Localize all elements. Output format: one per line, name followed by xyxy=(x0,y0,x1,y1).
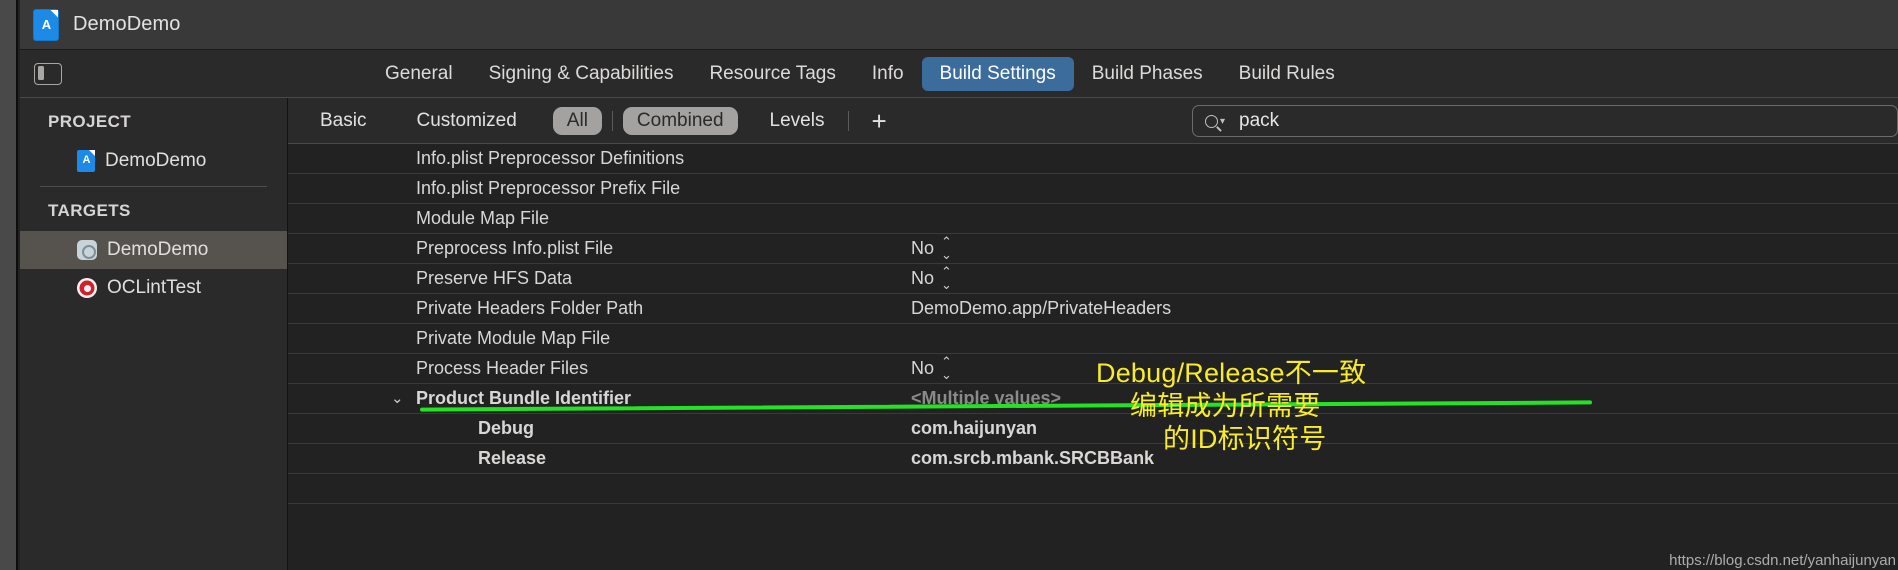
setting-name: Module Map File xyxy=(416,208,550,228)
editor-tab-bar: General Signing & Capabilities Resource … xyxy=(20,50,1898,98)
watermark-url: https://blog.csdn.net/yanhaijunyan xyxy=(1669,552,1896,569)
window-left-edge xyxy=(0,0,18,570)
filter-separator-2 xyxy=(848,110,850,131)
build-settings-table[interactable]: Info.plist Preprocessor Definitions Info… xyxy=(288,144,1898,570)
setting-name: Info.plist Preprocessor Prefix File xyxy=(416,178,681,198)
setting-name: Preserve HFS Data xyxy=(416,268,573,288)
setting-value[interactable]: com.haijunyan xyxy=(911,418,1037,439)
build-settings-filter-bar: Basic Customized All Combined Levels + ▾… xyxy=(288,98,1898,144)
bullseye-target-icon xyxy=(77,278,97,298)
search-input-value: pack xyxy=(1239,110,1280,131)
stepper-icon[interactable]: ⌃ ⌄ xyxy=(941,235,952,261)
tab-list: General Signing & Capabilities Resource … xyxy=(367,56,1353,91)
title-bar: DemoDemo xyxy=(20,0,1898,50)
setting-name: Info.plist Preprocessor Definitions xyxy=(416,148,685,168)
project-targets-sidebar: PROJECT DemoDemo TARGETS DemoDemo OCLint… xyxy=(20,98,288,570)
xcode-project-icon xyxy=(34,9,58,40)
sidebar-item-label: DemoDemo xyxy=(107,239,209,260)
stepper-icon[interactable]: ⌃ ⌄ xyxy=(941,355,952,381)
table-row-debug[interactable]: Debug com.haijunyan xyxy=(288,414,1898,444)
filter-combined[interactable]: Combined xyxy=(622,106,738,135)
filter-separator xyxy=(611,110,613,131)
filter-basic[interactable]: Basic xyxy=(306,107,380,135)
setting-value[interactable]: DemoDemo.app/PrivateHeaders xyxy=(911,298,1171,319)
tab-build-settings[interactable]: Build Settings xyxy=(921,56,1074,91)
search-input[interactable]: ▾ pack xyxy=(1192,105,1898,137)
window-title: DemoDemo xyxy=(73,13,181,35)
chevron-down-icon[interactable]: ▾ xyxy=(1220,116,1225,127)
tab-build-phases[interactable]: Build Phases xyxy=(1074,57,1221,91)
setting-name: Process Header Files xyxy=(416,358,589,378)
annotation-note-line-2: 编辑成为所需要 xyxy=(1130,391,1321,421)
add-setting-button[interactable]: + xyxy=(859,108,898,134)
setting-name: Release xyxy=(478,448,547,468)
table-row[interactable]: Preserve HFS Data No ⌃ ⌄ xyxy=(288,264,1898,294)
table-row[interactable]: Private Headers Folder Path DemoDemo.app… xyxy=(288,294,1898,324)
annotation-note-line-1: Debug/Release不一致 xyxy=(1096,358,1367,388)
sidebar-group-project: PROJECT xyxy=(48,112,132,131)
chevron-down-icon[interactable]: ⌄ xyxy=(391,391,404,406)
setting-name: Private Module Map File xyxy=(416,328,611,348)
filter-all[interactable]: All xyxy=(552,106,602,135)
table-row[interactable]: Info.plist Preprocessor Prefix File xyxy=(288,174,1898,204)
tab-resource-tags[interactable]: Resource Tags xyxy=(691,57,853,91)
table-row-release[interactable]: Release com.srcb.mbank.SRCBBank xyxy=(288,444,1898,474)
setting-value[interactable]: com.srcb.mbank.SRCBBank xyxy=(911,448,1154,469)
xcode-project-icon xyxy=(77,150,95,172)
tab-signing-capabilities[interactable]: Signing & Capabilities xyxy=(471,57,692,91)
table-row[interactable]: Preprocess Info.plist File No ⌃ ⌄ xyxy=(288,234,1898,264)
setting-value[interactable]: No xyxy=(911,268,934,289)
setting-name: Preprocess Info.plist File xyxy=(416,238,614,258)
tab-info[interactable]: Info xyxy=(854,57,922,91)
setting-value[interactable]: No xyxy=(911,238,934,259)
sidebar-item-target-demodemo[interactable]: DemoDemo xyxy=(20,231,287,269)
stepper-icon[interactable]: ⌃ ⌄ xyxy=(941,265,952,291)
table-row[interactable]: Process Header Files No ⌃ ⌄ xyxy=(288,354,1898,384)
sidebar-item-project-demodemo[interactable]: DemoDemo xyxy=(20,142,287,180)
annotation-note-line-3: 的ID标识符号 xyxy=(1163,424,1327,454)
filter-levels[interactable]: Levels xyxy=(756,107,839,135)
sidebar-item-target-oclinttest[interactable]: OCLintTest xyxy=(20,269,287,307)
table-row[interactable]: Private Module Map File xyxy=(288,324,1898,354)
sidebar-item-label: DemoDemo xyxy=(105,150,207,171)
sidebar-item-label: OCLintTest xyxy=(107,277,201,298)
setting-name: Private Headers Folder Path xyxy=(416,298,644,318)
table-row[interactable] xyxy=(288,474,1898,504)
project-title-icon-wrap xyxy=(34,9,60,40)
navigator-pane-toggle-icon[interactable] xyxy=(34,62,62,85)
table-row[interactable]: Info.plist Preprocessor Definitions xyxy=(288,144,1898,174)
setting-name: Debug xyxy=(478,418,534,438)
tab-build-rules[interactable]: Build Rules xyxy=(1221,57,1353,91)
tab-general[interactable]: General xyxy=(367,57,471,91)
table-row[interactable]: Module Map File xyxy=(288,204,1898,234)
setting-value[interactable]: No xyxy=(911,358,934,379)
sidebar-group-targets: TARGETS xyxy=(48,201,131,220)
search-icon xyxy=(1205,114,1218,128)
app-target-icon xyxy=(77,240,97,260)
filter-customized[interactable]: Customized xyxy=(402,107,530,135)
xcode-build-settings-window: DemoDemo General Signing & Capabilities … xyxy=(0,0,1898,570)
